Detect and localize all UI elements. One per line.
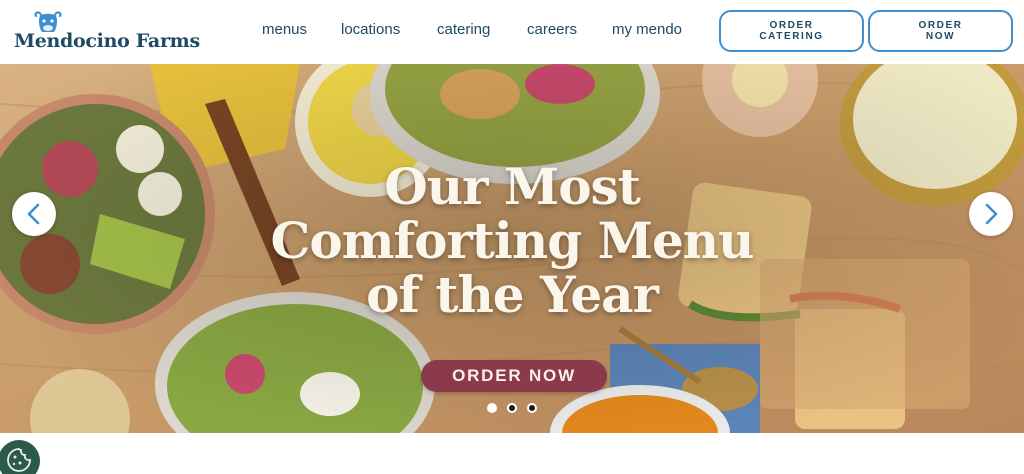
order-catering-line1: ORDER	[769, 20, 814, 31]
headline-line-2: Comforting Menu	[270, 211, 755, 270]
cookie-settings-button[interactable]	[0, 440, 40, 474]
nav-locations[interactable]: locations	[341, 21, 400, 38]
chevron-right-icon	[985, 203, 998, 225]
carousel-dot-3[interactable]	[527, 403, 537, 413]
site-header: Mendocino Farms menus locations catering…	[0, 0, 1024, 64]
order-now-line1: ORDER	[918, 20, 963, 31]
brand-logo[interactable]: Mendocino Farms	[14, 10, 200, 54]
nav-catering[interactable]: catering	[437, 21, 490, 38]
headline-line-1: Our Most	[384, 157, 641, 216]
carousel-dot-2[interactable]	[507, 403, 517, 413]
nav-careers[interactable]: careers	[527, 21, 577, 38]
carousel-next-button[interactable]	[969, 192, 1013, 236]
carousel-pagination	[485, 403, 541, 415]
headline-line-3: of the Year	[366, 265, 659, 324]
hero-order-now-button[interactable]: ORDER NOW	[421, 360, 607, 392]
nav-my-mendo[interactable]: my mendo	[612, 21, 682, 38]
cookie-icon	[7, 448, 31, 472]
order-catering-button[interactable]: ORDER CATERING	[719, 10, 864, 52]
hero-headline: Our Most Comforting Menu of the Year	[0, 160, 1024, 322]
carousel-dot-1[interactable]	[487, 403, 497, 413]
hero-carousel: Our Most Comforting Menu of the Year ORD…	[0, 64, 1024, 433]
order-now-button[interactable]: ORDER NOW	[868, 10, 1013, 52]
brand-name: Mendocino Farms	[14, 30, 200, 52]
nav-menus[interactable]: menus	[262, 21, 307, 38]
chevron-left-icon	[27, 203, 40, 225]
carousel-prev-button[interactable]	[12, 192, 56, 236]
order-catering-line2: CATERING	[759, 31, 824, 42]
order-now-line2: NOW	[925, 31, 956, 42]
